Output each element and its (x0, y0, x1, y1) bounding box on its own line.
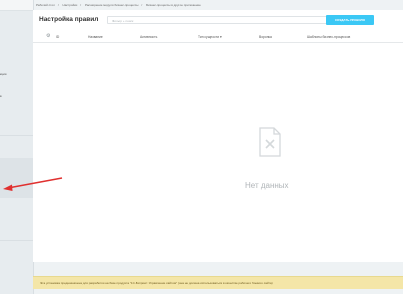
annotation-arrow (3, 177, 63, 191)
